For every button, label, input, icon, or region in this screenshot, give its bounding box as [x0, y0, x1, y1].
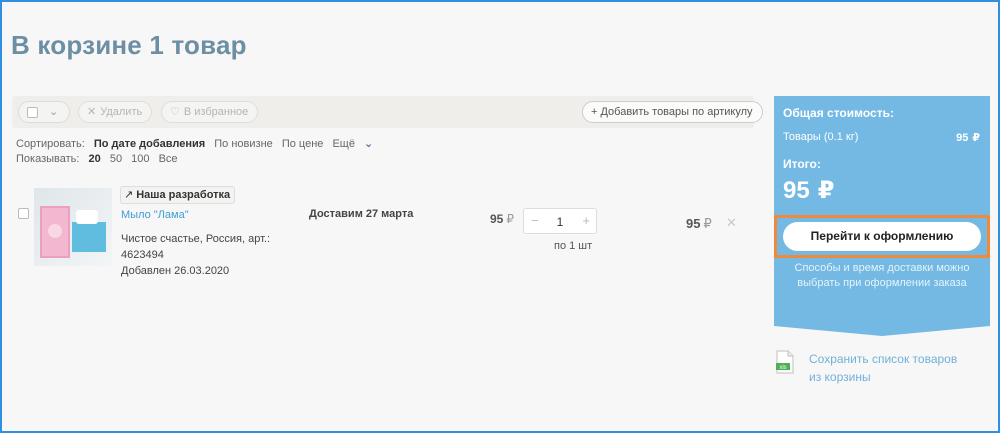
page-frame: В корзине 1 товар ⌄ ✕ Удалить ♡ В избранно…	[0, 0, 1000, 433]
select-all-checkbox[interactable]	[27, 107, 38, 118]
delivery-date: Доставим 27 марта	[309, 208, 414, 220]
currency-symbol: ₽	[817, 177, 835, 204]
add-to-favorites-button[interactable]: ♡ В избранное	[161, 101, 259, 123]
delete-button[interactable]: ✕ Удалить	[78, 101, 153, 123]
xls-label: xls	[779, 365, 786, 371]
page-title: В корзине 1 товар	[11, 30, 247, 60]
product-image-llama	[48, 224, 62, 238]
page-size-100[interactable]: 100	[131, 153, 149, 165]
xls-file-icon[interactable]: xls	[775, 350, 795, 374]
item-total-value: 95	[686, 216, 701, 231]
currency-symbol: ₽	[506, 212, 514, 226]
cart-toolbar: ⌄ ✕ Удалить ♡ В избранное + Добавить товар…	[12, 96, 763, 128]
summary-total-label: Итого:	[783, 157, 821, 171]
heart-icon: ♡	[170, 106, 180, 118]
close-icon: ✕	[87, 106, 97, 118]
remove-item-icon[interactable]: ✕	[726, 215, 737, 231]
save-cart-list-link[interactable]: Сохранить список товаров из корзины	[809, 350, 959, 386]
currency-symbol: ₽	[972, 132, 980, 144]
product-image-soap	[76, 210, 98, 224]
summary-goods-price: 95 ₽	[956, 131, 980, 144]
summary-goods-label: Товары (0.1 кг)	[783, 131, 859, 143]
chevron-down-icon: ⌄	[364, 138, 374, 150]
sort-more-button[interactable]: Ещё ⌄	[332, 138, 379, 150]
checkout-button[interactable]: Перейти к оформлению	[783, 222, 981, 251]
product-description: Чистое счастье, Россия, арт.: 4623494	[121, 233, 271, 261]
product-name-link[interactable]: Мыло "Лама"	[121, 209, 189, 221]
sort-label: Сортировать:	[16, 138, 85, 150]
favorites-label: В избранное	[183, 106, 249, 118]
product-added-date: Добавлен 26.03.2020	[121, 265, 230, 277]
increase-quantity-button[interactable]: +	[582, 213, 590, 228]
summary-total-value: 95	[783, 177, 810, 204]
page-size-controls: Показывать: 20 50 100 Все	[16, 153, 184, 165]
product-image-pink-box	[40, 206, 70, 258]
currency-symbol: ₽	[703, 216, 712, 231]
item-total-price: 95 ₽	[686, 216, 712, 232]
badge-label: Наша разработка	[136, 189, 231, 201]
product-image-blue-box	[72, 210, 106, 252]
item-checkbox[interactable]	[18, 208, 29, 219]
delete-label: Удалить	[100, 106, 143, 118]
unit-price-value: 95	[490, 212, 504, 226]
sort-option-new[interactable]: По новизне	[214, 138, 273, 150]
summary-goods-value: 95	[956, 132, 969, 144]
show-label: Показывать:	[16, 153, 80, 165]
delivery-note: Способы и время доставки можно выбрать п…	[794, 262, 970, 289]
select-all-dropdown[interactable]: ⌄	[18, 101, 70, 123]
unit-price: 95 ₽	[490, 212, 514, 226]
page-size-20[interactable]: 20	[89, 153, 101, 165]
sort-more-label: Ещё	[332, 138, 355, 150]
own-product-badge: ↗ Наша разработка	[120, 186, 236, 204]
summary-title: Общая стоимость:	[783, 106, 894, 120]
quantity-stepper[interactable]: − 1 +	[523, 208, 597, 234]
summary-total: 95 ₽	[783, 176, 834, 205]
sort-option-date[interactable]: По дате добавления	[94, 138, 205, 150]
per-unit-note: по 1 шт	[554, 240, 593, 252]
sort-option-price[interactable]: По цене	[282, 138, 324, 150]
page-size-all[interactable]: Все	[159, 153, 178, 165]
trend-arrow-icon: ↗	[124, 189, 134, 201]
product-image[interactable]	[34, 188, 112, 266]
sort-controls: Сортировать: По дате добавления По новиз…	[16, 137, 385, 150]
page-size-50[interactable]: 50	[110, 153, 122, 165]
add-by-article-button[interactable]: + Добавить товары по артикулу	[582, 101, 763, 123]
chevron-down-icon: ⌄	[49, 106, 59, 118]
